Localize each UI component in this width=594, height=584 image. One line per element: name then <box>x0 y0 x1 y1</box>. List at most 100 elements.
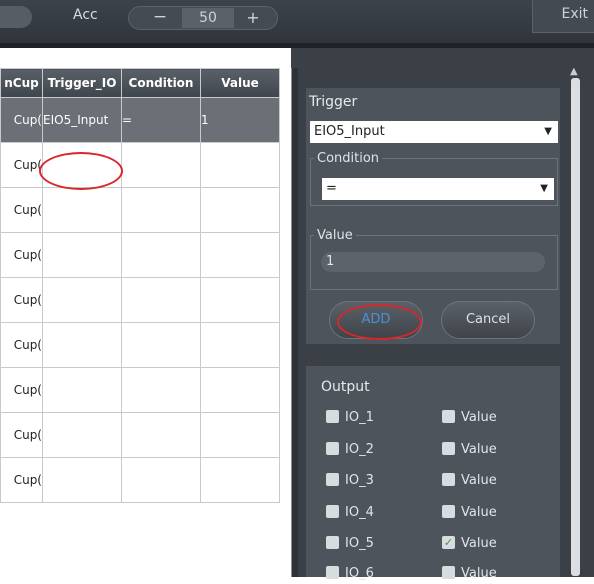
table-cell <box>200 322 280 368</box>
table-cell <box>42 277 122 323</box>
checkbox-icon: ✓ <box>326 473 339 486</box>
checkbox-icon: ✓ <box>442 442 455 455</box>
table-row[interactable]: Cup( <box>0 187 280 233</box>
add-button-highlight-annotation <box>337 304 422 340</box>
table-row[interactable]: Cup( <box>0 457 280 503</box>
output-value-label: Value <box>461 410 497 425</box>
table-row[interactable]: Cup( EIO5_Input = 1 <box>0 97 280 143</box>
scrollbar-thumb[interactable] <box>571 78 580 576</box>
table-header-row: nCup Trigger_IO Condition Value <box>0 68 280 98</box>
output-io-2-checkbox[interactable]: ✓ IO_2 <box>326 442 374 460</box>
table-cell <box>200 187 280 233</box>
table-cell: Cup( <box>0 277 43 323</box>
table-cell <box>200 412 280 458</box>
table-cell: Cup( <box>0 322 43 368</box>
table-cell <box>121 232 201 278</box>
column-header-cup[interactable]: nCup <box>0 68 43 98</box>
output-value-label: Value <box>461 442 497 457</box>
scroll-up-arrow-icon[interactable]: ▲ <box>570 66 578 77</box>
checkbox-icon: ✓ <box>326 410 339 423</box>
condition-legend: Condition <box>317 151 380 166</box>
trigger-output-panel: Trigger EIO5_Input ▼ Condition = ▼ Value… <box>291 48 594 581</box>
io-table-area: nCup Trigger_IO Condition Value Cup( EIO… <box>0 48 291 577</box>
output-io-label: IO_4 <box>345 505 374 520</box>
table-cell <box>200 232 280 278</box>
acc-decrease-button[interactable]: − <box>148 7 172 29</box>
table-cell <box>121 457 201 503</box>
panel-divider <box>291 68 298 577</box>
table-row[interactable]: Cup( <box>0 412 280 458</box>
checkbox-icon: ✓ <box>326 505 339 518</box>
table-row[interactable]: Cup( <box>0 277 280 323</box>
output-title: Output <box>321 379 370 395</box>
table-cell <box>42 367 122 413</box>
acc-value-field[interactable]: 50 <box>182 8 234 28</box>
io-table: nCup Trigger_IO Condition Value Cup( EIO… <box>0 68 280 503</box>
output-io-4-value-checkbox[interactable]: ✓ Value <box>442 505 497 523</box>
table-cell <box>200 367 280 413</box>
output-io-label: IO_5 <box>345 536 374 551</box>
output-io-label: IO_2 <box>345 442 374 457</box>
output-io-1-checkbox[interactable]: ✓ IO_1 <box>326 410 374 428</box>
cancel-button[interactable]: Cancel <box>441 301 535 339</box>
output-value-label: Value <box>461 566 497 581</box>
table-cell: = <box>121 97 201 143</box>
checkbox-icon: ✓ <box>442 505 455 518</box>
table-cell: 1 <box>200 97 280 143</box>
output-io-1-value-checkbox[interactable]: ✓ Value <box>442 410 497 428</box>
column-header-condition[interactable]: Condition <box>121 68 201 98</box>
output-io-label: IO_3 <box>345 473 374 488</box>
table-row[interactable]: Cup( <box>0 367 280 413</box>
condition-selected-value: = <box>326 181 337 196</box>
table-row[interactable]: Cup( <box>0 232 280 278</box>
table-row[interactable]: Cup( <box>0 322 280 368</box>
table-cell: Cup( <box>0 187 43 233</box>
table-cell <box>42 187 122 233</box>
table-cell <box>200 457 280 503</box>
trigger-io-dropdown[interactable]: EIO5_Input ▼ <box>310 121 558 143</box>
table-cell <box>121 322 201 368</box>
table-cell <box>42 457 122 503</box>
table-cell <box>42 232 122 278</box>
trigger-io-selected-value: EIO5_Input <box>314 124 385 139</box>
value-input[interactable]: 1 <box>321 252 545 272</box>
output-io-3-value-checkbox[interactable]: ✓ Value <box>442 473 497 491</box>
output-io-label: IO_6 <box>345 566 374 581</box>
output-value-label: Value <box>461 536 497 551</box>
output-io-4-checkbox[interactable]: ✓ IO_4 <box>326 505 374 523</box>
column-header-trigger-io[interactable]: Trigger_IO <box>42 68 122 98</box>
toolbar-slider-handle[interactable] <box>0 6 32 28</box>
checkbox-icon: ✓ <box>442 410 455 423</box>
checkbox-icon: ✓ <box>442 566 455 579</box>
output-io-5-checkbox[interactable]: ✓ IO_5 <box>326 536 374 554</box>
table-cell: Cup( <box>0 142 43 188</box>
table-cell: Cup( <box>0 367 43 413</box>
output-io-2-value-checkbox[interactable]: ✓ Value <box>442 442 497 460</box>
column-header-value[interactable]: Value <box>200 68 280 98</box>
output-io-6-checkbox[interactable]: ✓ IO_6 <box>326 566 374 584</box>
output-io-3-checkbox[interactable]: ✓ IO_3 <box>326 473 374 491</box>
trigger-cell-highlight-annotation <box>39 152 123 190</box>
table-cell <box>42 322 122 368</box>
checkbox-icon: ✓ <box>326 536 339 549</box>
exit-button[interactable]: Exit <box>532 0 594 33</box>
dropdown-arrow-icon: ▼ <box>544 126 552 137</box>
table-cell <box>200 277 280 323</box>
acc-label: Acc <box>73 7 98 23</box>
checkbox-icon: ✓ <box>326 566 339 579</box>
value-legend: Value <box>317 228 353 243</box>
table-cell <box>42 412 122 458</box>
table-cell <box>200 142 280 188</box>
acc-increase-button[interactable]: + <box>241 7 265 29</box>
table-cell: EIO5_Input <box>42 97 122 143</box>
output-io-label: IO_1 <box>345 410 374 425</box>
table-cell: Cup( <box>0 457 43 503</box>
table-cell: Cup( <box>0 232 43 278</box>
output-value-label: Value <box>461 473 497 488</box>
condition-dropdown[interactable]: = ▼ <box>322 178 554 200</box>
checkmark-icon: ✓ <box>442 536 455 549</box>
output-io-5-value-checkbox[interactable]: ✓ Value <box>442 536 497 554</box>
output-io-6-value-checkbox[interactable]: ✓ Value <box>442 566 497 584</box>
trigger-title: Trigger <box>309 94 358 110</box>
table-cell: Cup( <box>0 97 43 143</box>
